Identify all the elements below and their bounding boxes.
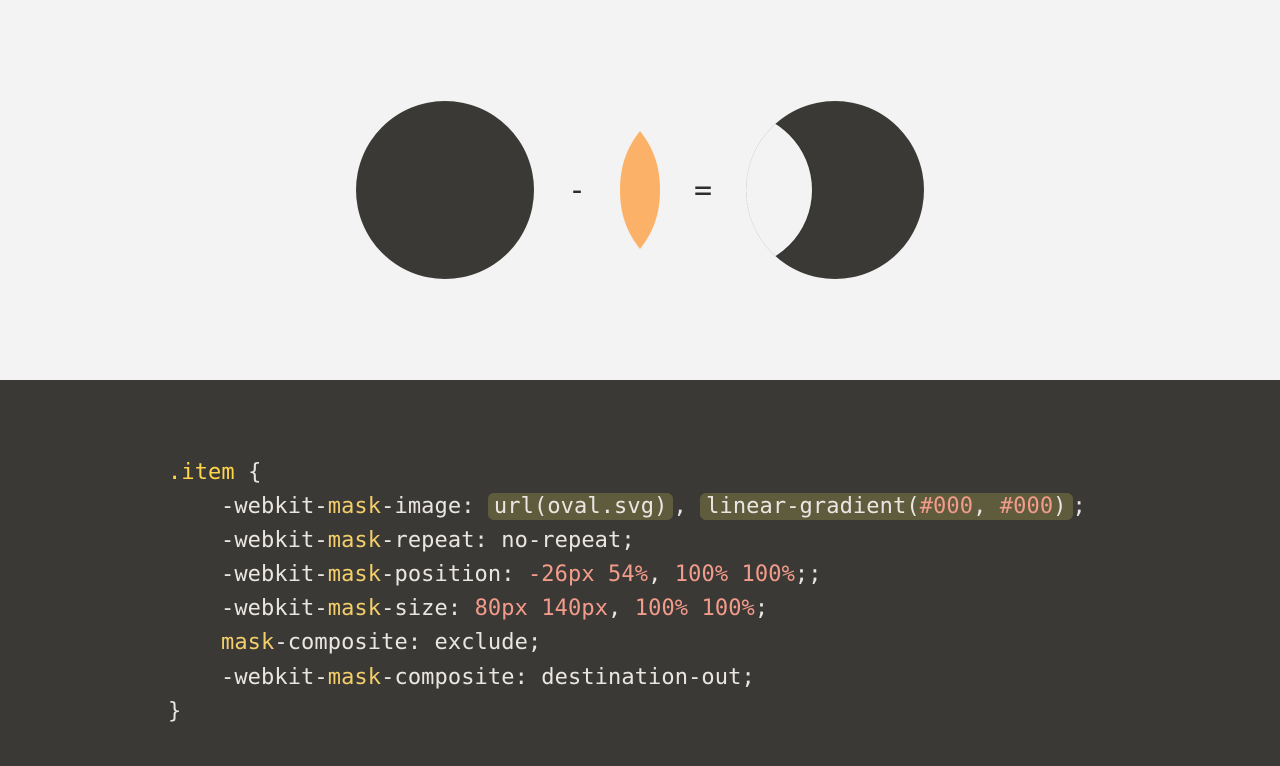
gradient-highlight: linear-gradient(#000, #000) — [700, 493, 1072, 520]
brace-close: } — [168, 699, 181, 724]
prop-mask-position-pre: -webkit- — [221, 562, 328, 587]
prop-webkit-mask-composite-pre: -webkit- — [221, 665, 328, 690]
equals-operator: = — [694, 173, 712, 208]
circle-masked-result — [746, 101, 924, 279]
prop-mask-image-post: -image — [381, 494, 461, 519]
prop-mask-repeat-pre: -webkit- — [221, 528, 328, 553]
prop-mask-image-key: mask — [328, 494, 381, 519]
prop-mask-composite-key: mask — [221, 630, 274, 655]
minus-operator: - — [568, 173, 586, 208]
code-panel: .item { -webkit-mask-image: url(oval.svg… — [0, 380, 1280, 766]
oval-mask-icon — [620, 131, 660, 249]
css-selector: .item — [168, 460, 235, 485]
url-highlight: url(oval.svg) — [488, 493, 674, 520]
brace-open: { — [248, 460, 261, 485]
prop-mask-image-pre: -webkit- — [221, 494, 328, 519]
prop-mask-size-pre: -webkit- — [221, 596, 328, 621]
circle-full — [356, 101, 534, 279]
diagram-stage: - = — [0, 0, 1280, 380]
